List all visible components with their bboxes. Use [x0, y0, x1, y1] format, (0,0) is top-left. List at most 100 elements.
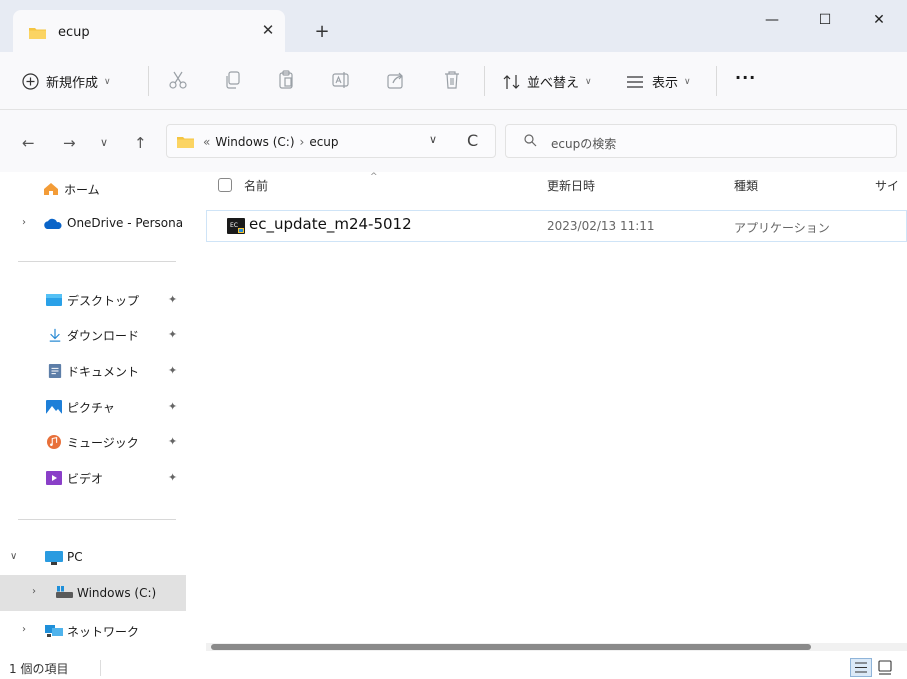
sidebar-item-home[interactable]: ホーム — [0, 173, 186, 205]
drive-icon — [56, 586, 73, 598]
sidebar-item-label: ビデオ — [67, 472, 104, 486]
videos-icon — [46, 471, 62, 485]
address-dropdown-button[interactable]: ∨ — [429, 133, 437, 146]
pin-icon: ✦ — [168, 328, 178, 341]
cut-icon[interactable] — [167, 69, 189, 91]
address-bar[interactable]: « Windows (C:) › ecup ∨ C — [166, 124, 496, 158]
file-date: 2023/02/13 11:11 — [547, 219, 655, 233]
tab-ecup[interactable]: ecup ✕ — [13, 10, 285, 54]
select-all-checkbox[interactable] — [218, 178, 232, 192]
sidebar-item-desktop[interactable]: デスクトップ ✦ — [0, 284, 186, 316]
command-bar: 新規作成 ∨ 並べ替え ∨ 表示 ∨ ··· — [0, 52, 907, 110]
file-type: アプリケーション — [734, 221, 830, 235]
rename-icon[interactable] — [330, 69, 352, 91]
exe-icon: EC — [227, 218, 245, 234]
sidebar-item-pictures[interactable]: ピクチャ ✦ — [0, 391, 186, 423]
sort-button[interactable]: 並べ替え ∨ — [503, 72, 592, 91]
toolbar-divider — [484, 66, 485, 96]
column-header-size[interactable]: サイ — [875, 177, 899, 194]
breadcrumb-overflow[interactable]: « — [203, 135, 210, 149]
copy-icon[interactable] — [222, 69, 244, 91]
search-box[interactable]: ecupの検索 — [505, 124, 897, 158]
paste-icon[interactable] — [275, 69, 297, 91]
sidebar-item-pc[interactable]: ∨ PC — [0, 542, 186, 574]
view-label: 表示 — [652, 76, 679, 91]
onedrive-icon — [44, 218, 62, 229]
more-options-button[interactable]: ··· — [735, 68, 756, 87]
folder-icon — [177, 137, 194, 148]
sidebar-item-label: ミュージック — [67, 436, 139, 450]
sidebar-item-label: ドキュメント — [67, 365, 140, 379]
forward-button[interactable]: → — [63, 134, 76, 152]
tab-close-button[interactable]: ✕ — [260, 21, 276, 39]
navigation-bar: ← → ∨ ↑ « Windows (C:) › ecup ∨ C ecupの検索 — [0, 110, 907, 172]
chevron-right-icon[interactable]: › — [22, 217, 26, 228]
view-icon — [627, 75, 643, 88]
maximize-button[interactable]: ☐ — [810, 8, 840, 32]
minimize-button[interactable]: — — [757, 8, 787, 32]
sort-ascending-icon: ^ — [370, 172, 378, 182]
sidebar-item-label: PC — [67, 550, 83, 564]
chevron-down-icon: ∨ — [684, 76, 691, 87]
column-header-type[interactable]: 種類 — [734, 177, 758, 194]
tiles-view-icon — [878, 660, 892, 675]
chevron-down-icon[interactable]: ∨ — [10, 551, 17, 562]
new-tab-button[interactable]: + — [314, 22, 330, 42]
new-label: 新規作成 — [46, 76, 99, 91]
sidebar-divider — [18, 519, 176, 520]
share-icon[interactable] — [385, 69, 407, 91]
sidebar-item-onedrive[interactable]: › OneDrive - Persona — [0, 208, 186, 240]
view-button[interactable]: 表示 ∨ — [626, 72, 691, 91]
back-button[interactable]: ← — [22, 134, 35, 152]
status-divider — [100, 660, 101, 676]
status-bar: 1 個の項目 — [0, 656, 907, 679]
pin-icon: ✦ — [168, 471, 178, 484]
network-icon — [45, 625, 63, 637]
up-button[interactable]: ↑ — [134, 134, 147, 152]
breadcrumb-drive[interactable]: Windows (C:) — [215, 135, 294, 149]
tiles-view-button[interactable] — [874, 658, 896, 677]
sidebar-item-label: デスクトップ — [67, 294, 140, 308]
table-row[interactable]: EC ec_update_m24-5012 2023/02/13 11:11 ア… — [206, 210, 907, 242]
sidebar-item-videos[interactable]: ビデオ ✦ — [0, 462, 186, 494]
sort-icon — [503, 74, 520, 89]
pictures-icon — [46, 400, 62, 414]
delete-icon[interactable] — [441, 69, 463, 91]
tab-title: ecup — [58, 25, 90, 40]
column-header-name[interactable]: 名前 — [244, 177, 268, 194]
sidebar-item-label: ダウンロード — [67, 329, 140, 343]
desktop-icon — [46, 294, 62, 306]
horizontal-scrollbar[interactable] — [206, 643, 907, 651]
pin-icon: ✦ — [168, 435, 178, 448]
toolbar-divider — [716, 66, 717, 96]
sidebar-item-network[interactable]: › ネットワーク — [0, 615, 186, 647]
sidebar-item-documents[interactable]: ドキュメント ✦ — [0, 355, 186, 387]
chevron-right-icon[interactable]: › — [32, 586, 36, 597]
sidebar-item-label: OneDrive - Persona — [67, 216, 184, 230]
recent-locations-button[interactable]: ∨ — [100, 136, 108, 149]
documents-icon — [48, 364, 62, 378]
new-button[interactable]: 新規作成 ∨ — [22, 72, 111, 91]
pin-icon: ✦ — [168, 364, 178, 377]
breadcrumb-folder[interactable]: ecup — [309, 135, 338, 149]
sidebar-item-label: ホーム — [64, 183, 100, 197]
close-button[interactable]: ✕ — [864, 8, 894, 32]
scrollbar-thumb[interactable] — [211, 644, 811, 650]
home-icon — [44, 183, 58, 195]
sidebar-item-windows-c[interactable]: › Windows (C:) — [0, 575, 186, 611]
chevron-down-icon: ∨ — [585, 76, 592, 87]
breadcrumb: « Windows (C:) › ecup — [203, 135, 339, 149]
svg-text:EC: EC — [230, 222, 238, 229]
sidebar-item-downloads[interactable]: ダウンロード ✦ — [0, 319, 186, 351]
chevron-down-icon: ∨ — [104, 76, 111, 87]
search-input[interactable]: ecupの検索 — [551, 135, 616, 152]
column-header-date[interactable]: 更新日時 — [547, 177, 595, 194]
details-view-icon — [855, 662, 867, 673]
sidebar-item-music[interactable]: ミュージック ✦ — [0, 426, 186, 458]
chevron-right-icon[interactable]: › — [22, 624, 26, 635]
music-icon — [47, 435, 61, 449]
details-view-button[interactable] — [850, 658, 872, 677]
add-icon — [22, 73, 39, 90]
pc-icon — [45, 551, 63, 565]
refresh-button[interactable]: C — [467, 131, 478, 150]
